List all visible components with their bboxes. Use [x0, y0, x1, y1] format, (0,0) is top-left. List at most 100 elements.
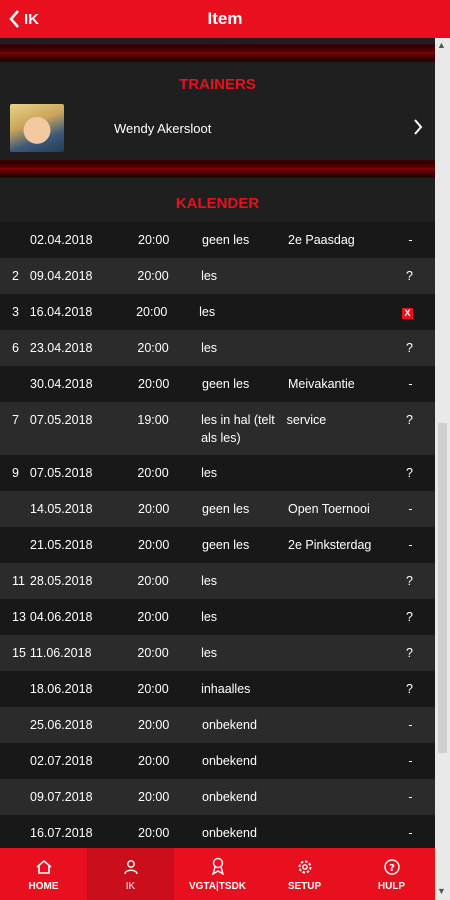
row-status[interactable]: ? — [406, 671, 435, 696]
table-row[interactable]: 9 07.05.2018 20:00 les? — [0, 455, 435, 491]
row-date: 25.06.2018 — [30, 718, 93, 732]
row-note — [287, 258, 406, 269]
table-row[interactable]: 11 28.05.2018 20:00 les? — [0, 563, 435, 599]
row-status[interactable]: - — [408, 743, 435, 768]
row-date: 18.06.2018 — [29, 682, 93, 696]
row-status[interactable]: - — [408, 707, 435, 732]
row-number — [0, 222, 30, 233]
row-description: les — [201, 574, 218, 588]
row-description: geen les — [202, 538, 250, 552]
row-description: onbekend — [202, 826, 257, 840]
tab-label: VGTA|TSDK — [188, 881, 247, 892]
row-time: 20:00 — [137, 269, 169, 283]
row-time: 20:00 — [137, 610, 169, 624]
row-number: 13 — [12, 610, 26, 624]
table-row[interactable]: 3 16.04.2018 20:00 les X — [0, 294, 435, 330]
row-description: les in hal (telt als les) — [201, 413, 275, 445]
row-time: 20:00 — [138, 826, 170, 840]
row-number — [0, 366, 30, 377]
tab-vgta-tsdk[interactable]: VGTA|TSDK — [174, 848, 261, 900]
row-time: 19:00 — [137, 413, 169, 427]
row-number: 15 — [12, 646, 26, 660]
row-date: 14.05.2018 — [30, 502, 93, 516]
row-note — [288, 779, 408, 790]
scroll-up-icon[interactable]: ▲ — [437, 40, 446, 50]
row-date: 07.05.2018 — [29, 413, 93, 427]
row-status[interactable]: ? — [406, 258, 435, 283]
row-note — [287, 599, 406, 610]
row-description: les — [201, 610, 218, 624]
table-row[interactable]: 13 04.06.2018 20:00 les? — [0, 599, 435, 635]
trainers-title: TRAINERS — [179, 76, 256, 93]
row-description: geen les — [202, 233, 250, 247]
tab-home[interactable]: HOME — [0, 848, 87, 900]
row-status[interactable]: ? — [406, 563, 435, 588]
tab-ik[interactable]: IK — [87, 848, 174, 900]
row-description: les — [199, 305, 216, 319]
trainer-item[interactable]: Wendy Akersloot — [0, 102, 435, 154]
table-row[interactable]: 14.05.2018 20:00 geen les Open Toernooi - — [0, 491, 435, 527]
scroll-down-icon[interactable]: ▼ — [437, 886, 446, 896]
table-row[interactable]: 15 11.06.2018 20:00 les? — [0, 635, 435, 671]
row-description: les — [201, 341, 218, 355]
ribbon-icon — [210, 857, 226, 881]
row-number: 11 — [12, 574, 25, 588]
row-note: 2e Pinksterdag — [288, 538, 372, 552]
row-status[interactable]: ? — [406, 599, 435, 624]
cancel-mark-icon: X — [402, 308, 414, 319]
row-date: 28.05.2018 — [29, 574, 93, 588]
row-status[interactable]: ? — [406, 455, 435, 480]
avatar — [10, 104, 64, 152]
row-status[interactable]: ? — [406, 635, 435, 660]
row-time: 20:00 — [136, 305, 168, 319]
page-title: Item — [207, 9, 243, 28]
row-date: 30.04.2018 — [30, 377, 93, 391]
row-note: service — [286, 413, 327, 427]
tab-hulp[interactable]: ? HULP — [348, 848, 435, 900]
row-status[interactable]: - — [408, 491, 435, 516]
row-time: 20:00 — [138, 233, 170, 247]
table-row[interactable]: 6 23.04.2018 20:00 les? — [0, 330, 435, 366]
row-status[interactable]: ? — [406, 402, 435, 427]
table-row[interactable]: 18.06.2018 20:00 inhaalles? — [0, 671, 435, 707]
table-row[interactable]: 02.04.2018 20:00 geen les 2e Paasdag - — [0, 222, 435, 258]
row-time: 20:00 — [138, 790, 170, 804]
table-row[interactable]: 7 07.05.2018 19:00 les in hal (telt als les… — [0, 402, 435, 455]
row-status[interactable]: ? — [406, 330, 435, 355]
scrollbar-thumb[interactable] — [438, 423, 447, 753]
row-time: 20:00 — [138, 538, 170, 552]
table-row[interactable]: 02.07.2018 20:00 onbekend - — [0, 743, 435, 779]
tab-label: HOME — [28, 881, 59, 892]
row-status[interactable]: - — [408, 222, 435, 247]
row-status[interactable]: - — [408, 779, 435, 804]
row-description: onbekend — [202, 718, 257, 732]
table-row[interactable]: 16.07.2018 20:00 onbekend - — [0, 815, 435, 848]
row-date: 16.07.2018 — [30, 826, 93, 840]
row-status[interactable]: - — [408, 815, 435, 840]
row-date: 02.07.2018 — [30, 754, 93, 768]
row-number — [0, 779, 30, 790]
row-description: inhaalles — [201, 682, 251, 696]
table-row[interactable]: 09.07.2018 20:00 onbekend - — [0, 779, 435, 815]
row-date: 07.05.2018 — [29, 466, 93, 480]
row-time: 20:00 — [138, 377, 170, 391]
row-note — [288, 707, 408, 718]
row-status[interactable]: X — [402, 294, 435, 319]
row-time: 20:00 — [138, 718, 170, 732]
row-status[interactable]: - — [408, 527, 435, 552]
help-icon: ? — [383, 859, 400, 881]
row-number — [0, 743, 30, 754]
row-date: 21.05.2018 — [30, 538, 93, 552]
row-status[interactable]: - — [408, 366, 435, 391]
table-row[interactable]: 2 09.04.2018 20:00 les? — [0, 258, 435, 294]
table-row[interactable]: 30.04.2018 20:00 geen les Meivakantie - — [0, 366, 435, 402]
row-number — [0, 491, 30, 502]
table-row[interactable]: 25.06.2018 20:00 onbekend - — [0, 707, 435, 743]
row-description: onbekend — [202, 754, 257, 768]
scrollbar[interactable]: ▲ ▼ — [435, 38, 450, 900]
row-number — [0, 527, 30, 538]
row-description: les — [201, 269, 218, 283]
tab-setup[interactable]: SETUP — [261, 848, 348, 900]
table-row[interactable]: 21.05.2018 20:00 geen les 2e Pinksterdag - — [0, 527, 435, 563]
row-date: 09.04.2018 — [29, 269, 93, 283]
